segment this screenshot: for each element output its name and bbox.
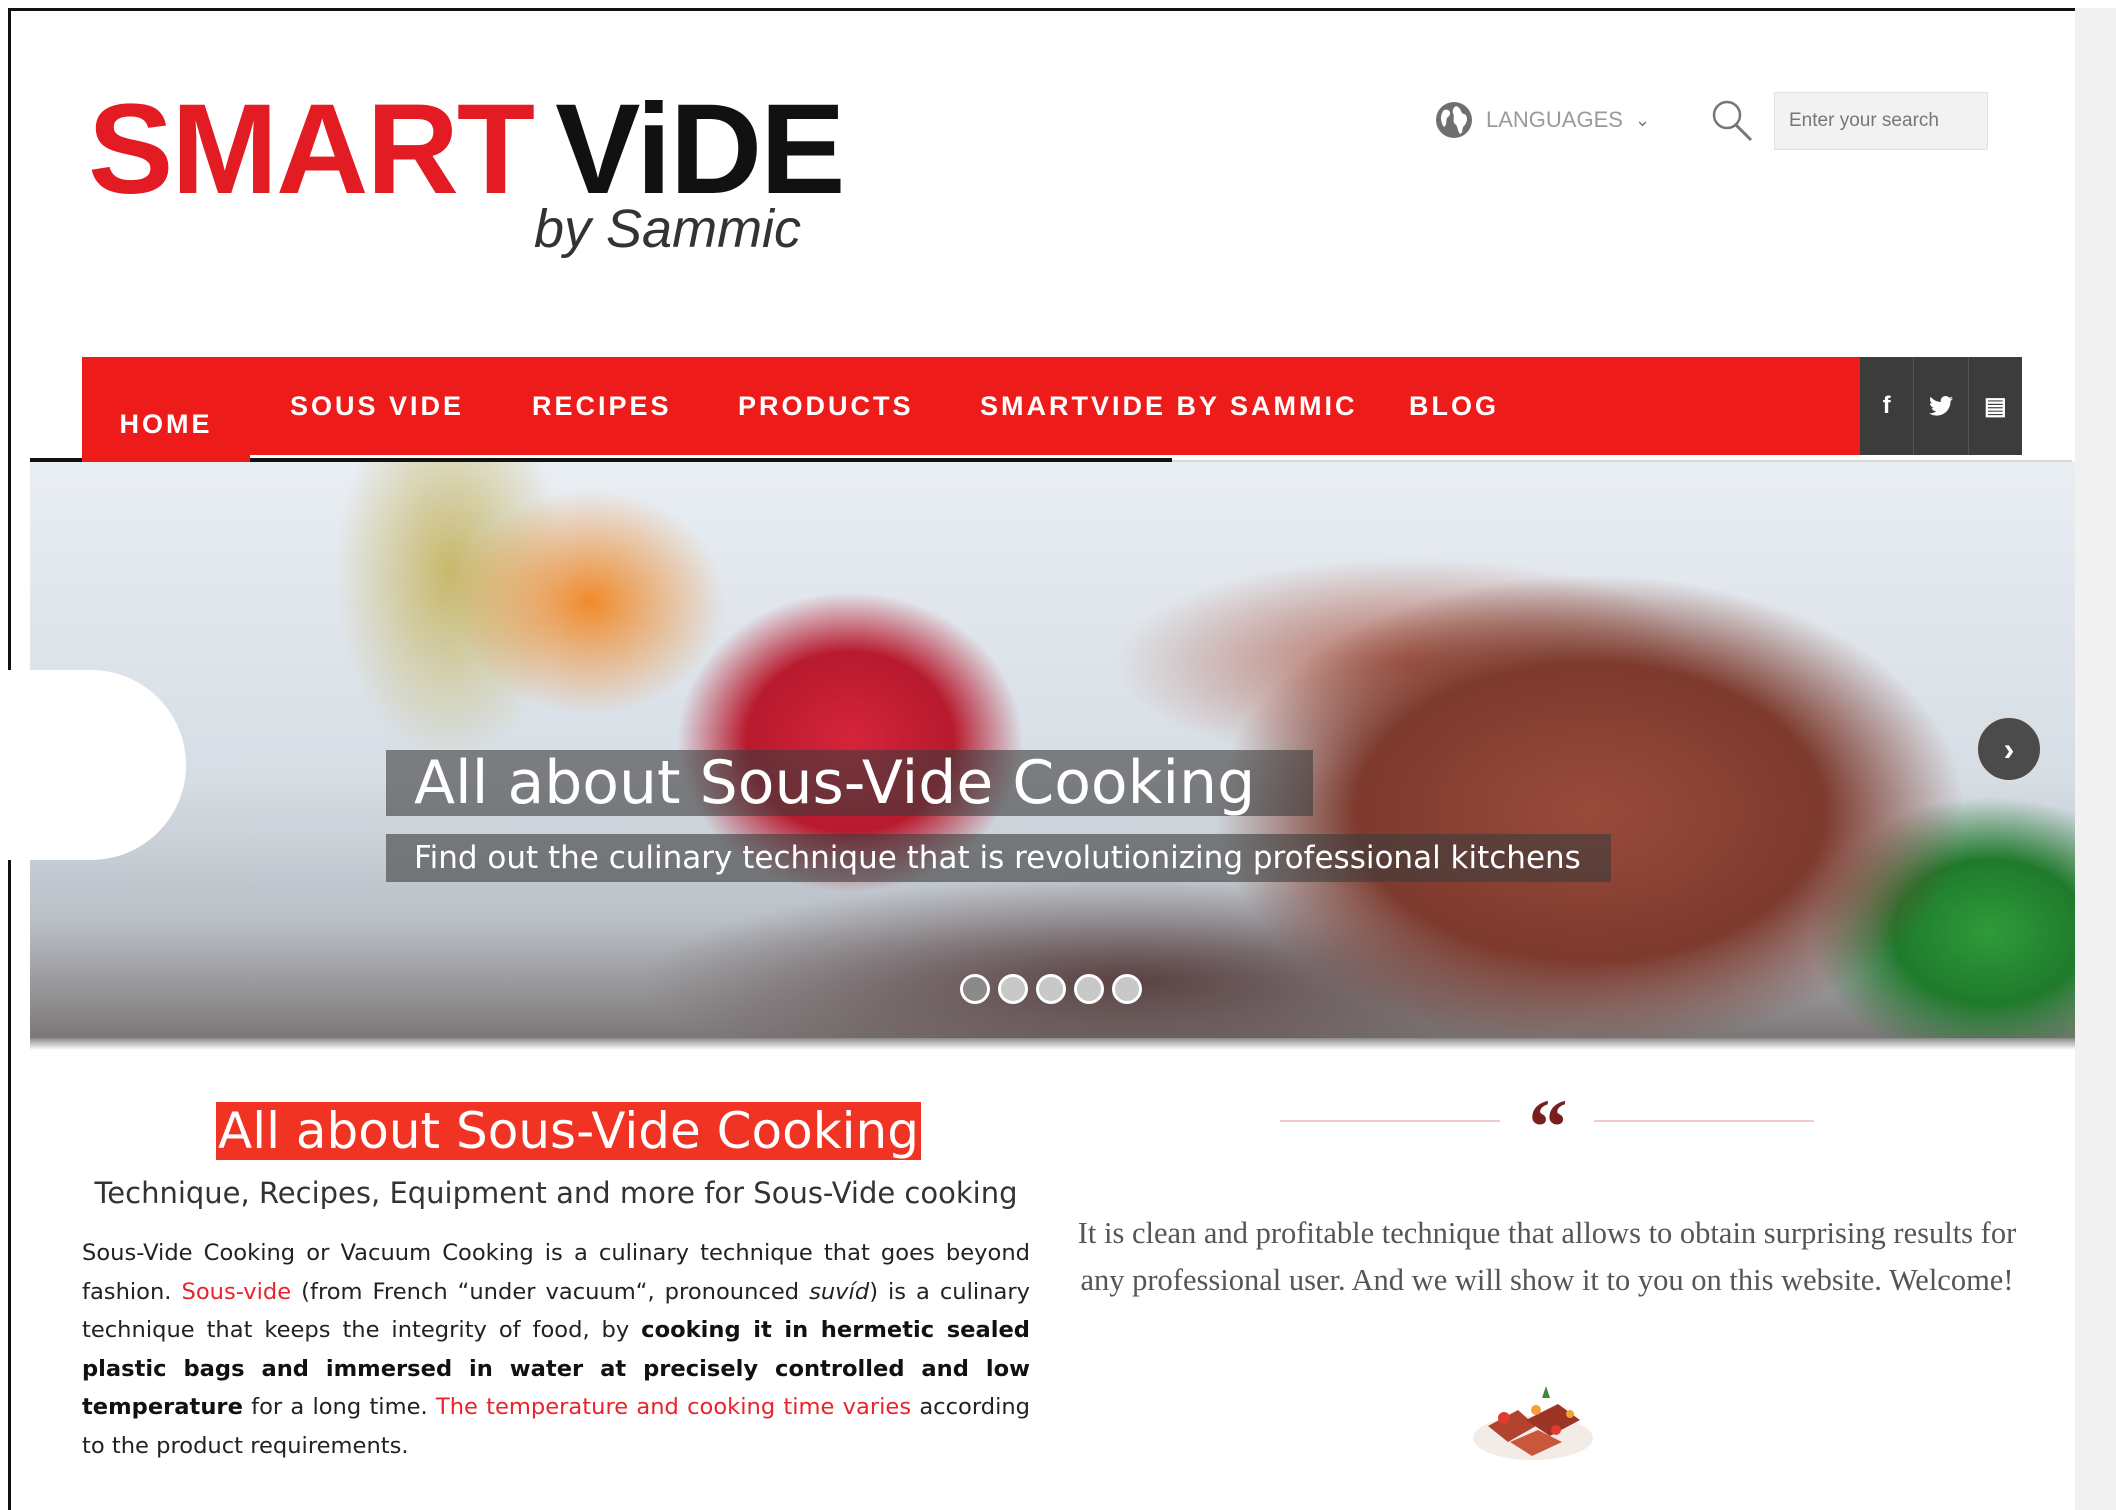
nav-item-home[interactable]: HOME <box>82 357 250 473</box>
search-icon[interactable] <box>1710 98 1754 142</box>
floating-circle-overlay <box>0 670 186 860</box>
nav-item-recipes[interactable]: RECIPES <box>532 357 672 455</box>
twitter-icon[interactable] <box>1914 357 1969 455</box>
slider-next-button[interactable]: › <box>1976 716 2042 782</box>
hero-shadow <box>30 1038 2075 1050</box>
slider-dot-3[interactable] <box>1036 974 1066 1004</box>
nav-item-sous-vide[interactable]: SOUS VIDE <box>290 357 464 455</box>
chevron-down-icon: ⌄ <box>1634 109 1651 130</box>
slider-dot-4[interactable] <box>1074 974 1104 1004</box>
nav-item-blog[interactable]: BLOG <box>1409 357 1499 455</box>
quote-text: It is clean and profitable technique tha… <box>1077 1216 2017 1297</box>
hero-slider[interactable]: All about Sous-Vide Cooking Find out the… <box>30 462 2075 1038</box>
dish-image <box>1473 1386 1593 1460</box>
temperature-link[interactable]: The temperature and cooking time varies <box>436 1394 911 1420</box>
quote-divider-left <box>1280 1120 1500 1122</box>
section-subtitle: Technique, Recipes, Equipment and more f… <box>94 1176 1018 1210</box>
nav-item-products[interactable]: PRODUCTS <box>738 357 914 455</box>
quote-divider-right <box>1594 1120 1814 1122</box>
nav-item-smartvide-by-sammic[interactable]: SMARTVIDE BY SAMMIC <box>980 357 1358 455</box>
page-scroll-gutter <box>2075 8 2116 1510</box>
languages-label: LANGUAGES <box>1486 107 1623 132</box>
search-input[interactable] <box>1774 92 1988 150</box>
section-body: Sous-Vide Cooking or Vacuum Cooking is a… <box>82 1234 1030 1465</box>
sous-vide-link[interactable]: Sous-vide <box>181 1279 291 1305</box>
body-text-4: for a long time. <box>242 1394 436 1420</box>
hero-title: All about Sous-Vide Cooking <box>386 750 1314 816</box>
quote-mark-icon: “ <box>1528 1083 1568 1170</box>
slider-dot-2[interactable] <box>998 974 1028 1004</box>
section-title: All about Sous-Vide Cooking <box>216 1102 921 1160</box>
smartvide-logo[interactable]: SMART ViDE by Sammic <box>88 86 846 266</box>
facebook-icon[interactable]: f <box>1860 357 1915 455</box>
youtube-icon[interactable]: ▤ <box>1969 357 2022 455</box>
globe-icon <box>1436 102 1472 138</box>
logo-smart-text: SMART <box>88 78 535 221</box>
logo-subtitle: by Sammic <box>534 199 802 259</box>
social-links: f ▤ <box>1860 357 2022 455</box>
slider-dot-5[interactable] <box>1112 974 1142 1004</box>
hero-subtitle: Find out the culinary technique that is … <box>386 834 1611 882</box>
languages-dropdown[interactable]: LANGUAGES ⌄ <box>1434 100 1650 140</box>
slider-dots <box>960 974 1142 1004</box>
body-pronunciation: suvíd <box>809 1278 870 1305</box>
body-text-2: (from French “under vacuum“, pronounced <box>291 1278 810 1305</box>
slider-dot-1[interactable] <box>960 974 990 1004</box>
twitter-bird-glyph <box>1928 396 1953 416</box>
logo-wordmark: SMART ViDE <box>88 86 846 214</box>
